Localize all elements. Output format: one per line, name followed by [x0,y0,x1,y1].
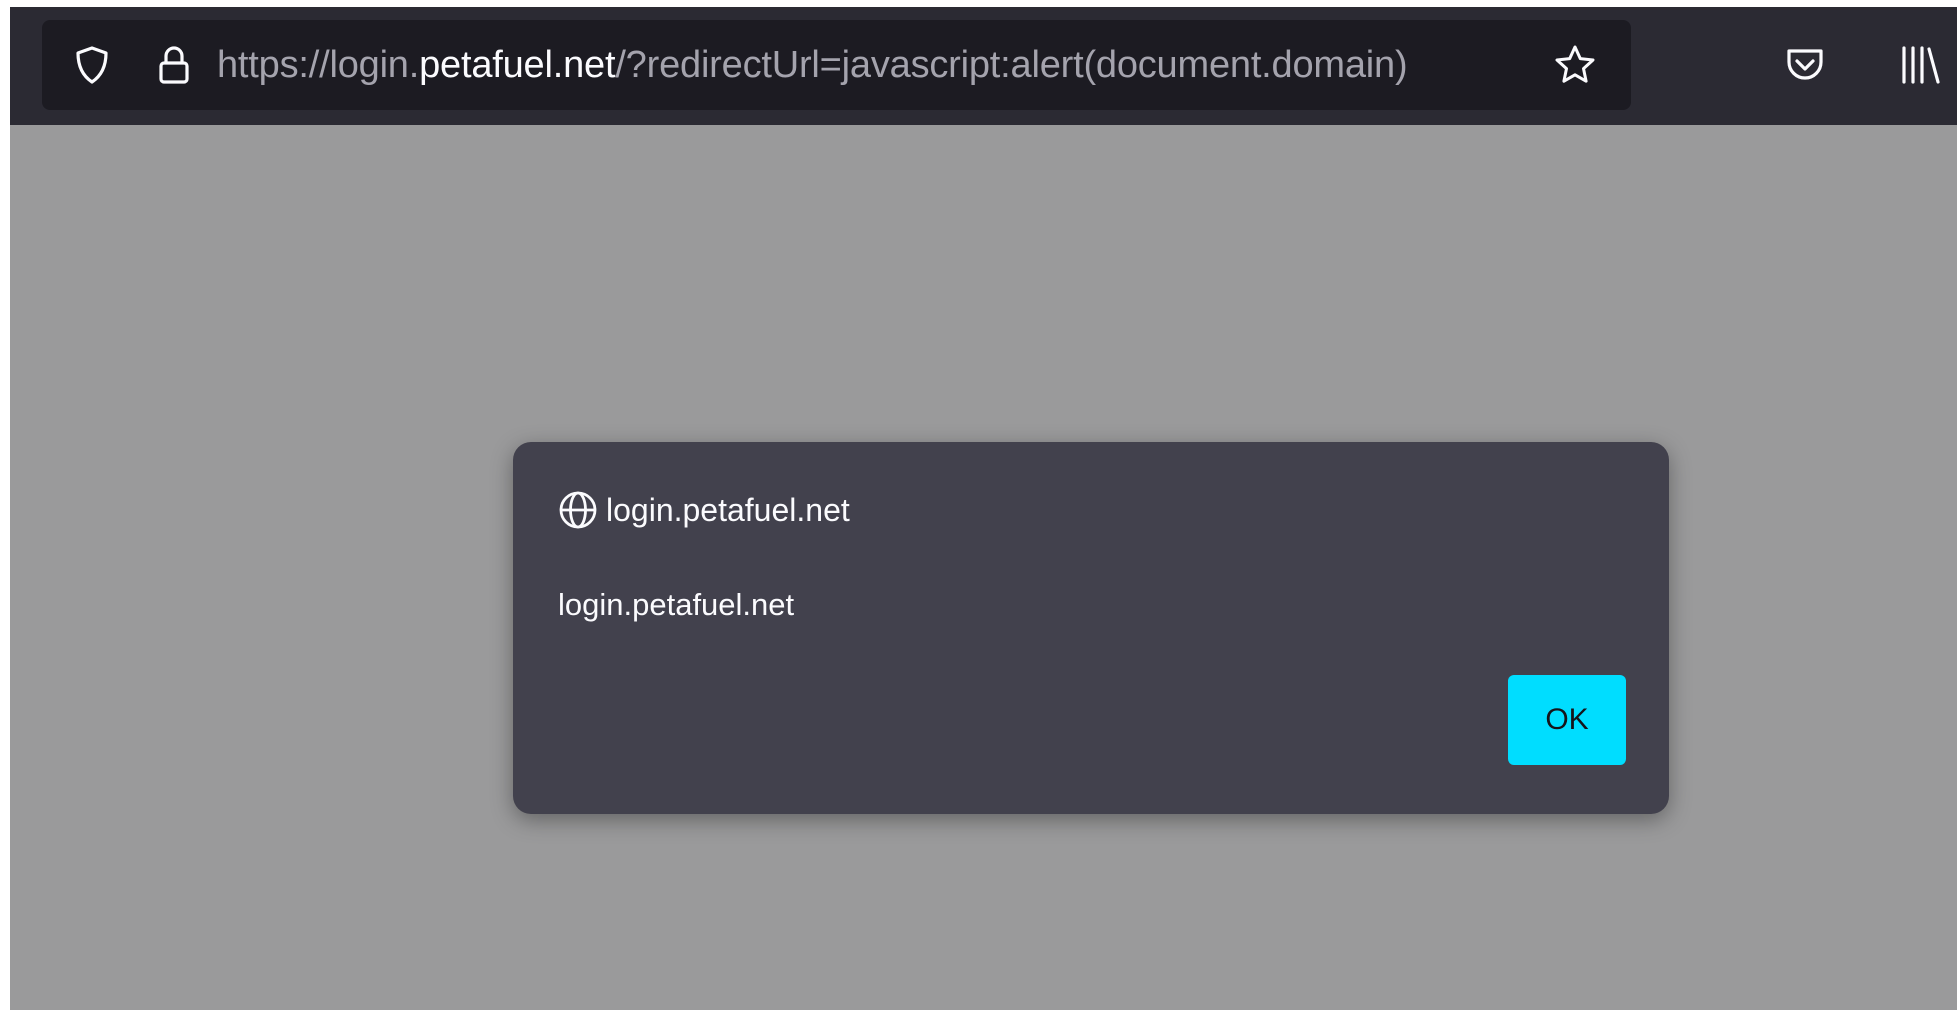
library-icon[interactable] [1890,20,1950,110]
dialog-origin: login.petafuel.net [606,491,850,528]
pocket-icon[interactable] [1780,20,1830,110]
browser-toolbar: https://login.petafuel.net/?redirectUrl=… [10,7,1957,125]
star-icon[interactable] [1550,20,1600,110]
browser-window: https://login.petafuel.net/?redirectUrl=… [10,7,1957,1010]
address-bar[interactable]: https://login.petafuel.net/?redirectUrl=… [42,20,1631,110]
url-suffix: /?redirectUrl=javascript:alert(document.… [615,44,1408,86]
ok-button[interactable]: OK [1508,675,1626,765]
url-prefix: https://login. [217,44,420,86]
alert-dialog: login.petafuel.net login.petafuel.net OK [513,442,1669,814]
url-text[interactable]: https://login.petafuel.net/?redirectUrl=… [217,20,1408,110]
shield-icon[interactable] [70,20,114,110]
dialog-header: login.petafuel.net [558,486,850,534]
lock-icon[interactable] [152,20,196,110]
globe-icon [558,490,598,530]
url-domain: petafuel.net [419,44,616,86]
dialog-message: login.petafuel.net [558,587,795,622]
